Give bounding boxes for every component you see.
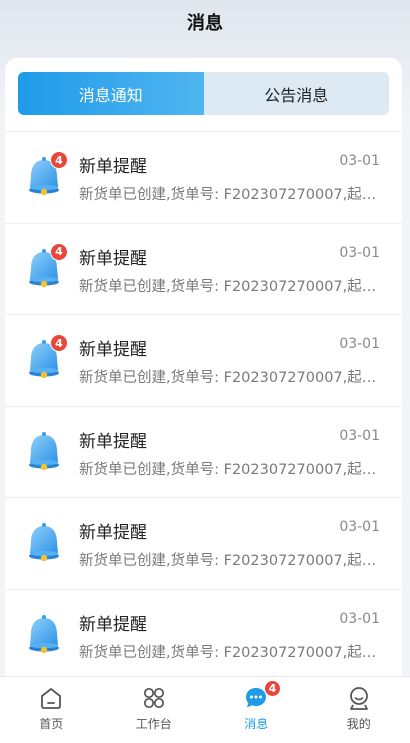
message-date: 03-01 [339,244,380,261]
bell-icon-wrap: 4 [22,334,68,381]
bell-icon [29,431,59,470]
message-date: 03-01 [339,519,380,535]
message-panel: 消息通知 公告消息 4 新单提醒 03-01 新货单已创建,货单号: F2023… [5,58,402,688]
message-description: 新货单已创建,货单号: F202307270007,起运地: 上海 [79,553,389,569]
tab-message-notice[interactable]: 消息通知 [18,72,204,115]
user-icon [349,687,368,710]
unread-badge: 4 [50,242,68,261]
message-date: 03-01 [339,153,380,169]
message-list: 4 新单提醒 03-01 新货单已创建,货单号: F202307270007,起… [5,131,402,680]
messages-badge: 4 [264,680,281,697]
list-item[interactable]: 新单提醒 03-01 新货单已创建,货单号: F202307270007,起运地… [5,405,402,498]
message-description: 新货单已创建,货单号: F202307270007,起运地: 上海 [79,370,389,386]
unread-badge: 4 [50,151,68,169]
message-title: 新单提醒 [79,431,147,452]
tab-announcement[interactable]: 公告消息 [204,72,390,115]
message-date: 03-01 [339,336,380,352]
tabbar-label-messages: 消息 [244,717,269,731]
bell-icon-wrap: 4 [22,242,68,290]
tabbar-label-home: 首页 [39,717,64,731]
bell-icon-wrap: 4 [22,151,68,198]
message-title: 新单提醒 [79,248,147,269]
tabbar-item-messages[interactable]: 4 消息 [205,677,308,743]
bottom-tab-bar: 首页 工作台 4 消息 我的 [0,676,410,743]
list-item[interactable]: 4 新单提醒 03-01 新货单已创建,货单号: F202307270007,起… [5,314,402,406]
page-header: 消息 [0,0,410,44]
message-title: 新单提醒 [79,157,147,177]
grid-icon [143,687,164,709]
page-title: 消息 [187,13,223,34]
message-title: 新单提醒 [79,523,147,543]
home-icon [41,688,62,709]
list-item[interactable]: 新单提醒 03-01 新货单已创建,货单号: F202307270007,起运地… [5,588,402,681]
list-item[interactable]: 4 新单提醒 03-01 新货单已创建,货单号: F202307270007,起… [5,131,402,223]
list-item[interactable]: 4 新单提醒 03-01 新货单已创建,货单号: F202307270007,起… [5,222,402,315]
message-title: 新单提醒 [79,614,147,635]
tabbar-item-home[interactable]: 首页 [0,677,103,743]
list-item[interactable]: 新单提醒 03-01 新货单已创建,货单号: F202307270007,起运地… [5,497,402,589]
bell-icon-wrap [22,612,66,656]
message-date: 03-01 [339,427,380,444]
message-description: 新货单已创建,货单号: F202307270007,起运地: 上海 [79,278,389,295]
bell-icon-wrap [22,429,66,473]
tabbar-item-profile[interactable]: 我的 [308,677,410,743]
message-description: 新货单已创建,货单号: F202307270007,起运地: 上海 [79,644,389,661]
tabbar-label-profile: 我的 [346,717,371,731]
message-date: 03-01 [339,610,380,627]
message-description: 新货单已创建,货单号: F202307270007,起运地: 上海 [79,187,389,203]
unread-badge: 4 [50,334,68,352]
message-description: 新货单已创建,货单号: F202307270007,起运地: 上海 [79,461,389,478]
tabbar-item-workbench[interactable]: 工作台 [103,677,206,743]
bell-icon [29,614,59,653]
bell-icon [29,523,59,562]
message-tabs: 消息通知 公告消息 [18,72,389,115]
tabbar-label-workbench: 工作台 [135,717,172,731]
message-title: 新单提醒 [79,340,147,360]
bell-icon-wrap [22,520,66,564]
